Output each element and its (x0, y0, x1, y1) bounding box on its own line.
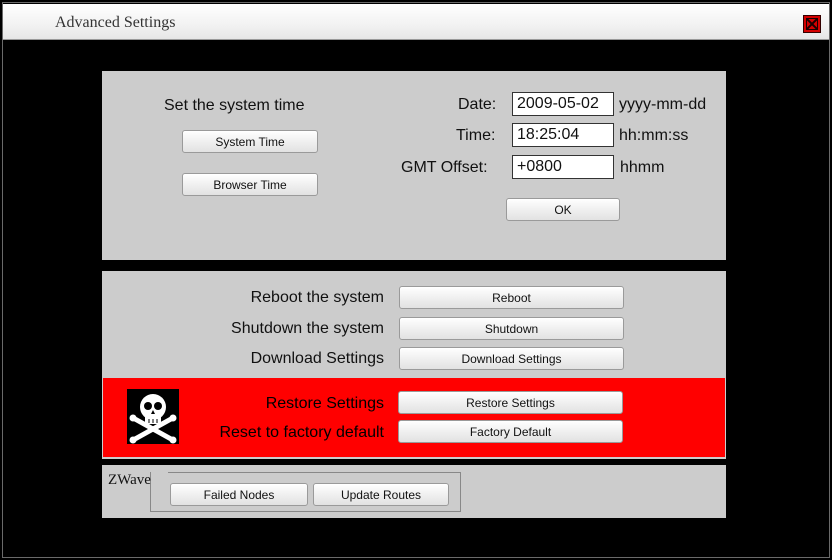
title-bar: Advanced Settings (3, 4, 829, 40)
time-input[interactable] (512, 123, 614, 147)
advanced-settings-window: Advanced Settings Set the system time Sy… (0, 0, 832, 560)
date-input[interactable] (512, 92, 614, 116)
download-settings-label: Download Settings (250, 350, 384, 367)
update-routes-button[interactable]: Update Routes (313, 483, 449, 506)
download-settings-button[interactable]: Download Settings (399, 347, 624, 370)
time-format-hint: hh:mm:ss (619, 127, 689, 144)
system-time-button[interactable]: System Time (182, 130, 318, 153)
close-icon[interactable] (803, 15, 821, 33)
browser-time-button[interactable]: Browser Time (182, 173, 318, 196)
factory-default-button[interactable]: Factory Default (398, 420, 623, 443)
failed-nodes-button[interactable]: Failed Nodes (170, 483, 308, 506)
factory-reset-label: Reset to factory default (219, 424, 384, 441)
date-label: Date: (458, 96, 497, 113)
restore-settings-label: Restore Settings (265, 395, 384, 412)
shutdown-label: Shutdown the system (231, 320, 384, 337)
reboot-label: Reboot the system (250, 289, 384, 306)
shutdown-button[interactable]: Shutdown (399, 317, 624, 340)
gmt-offset-label: GMT Offset: (401, 159, 488, 176)
reboot-button[interactable]: Reboot (399, 286, 624, 309)
gmt-offset-input[interactable] (512, 155, 614, 179)
set-system-time-heading: Set the system time (164, 97, 305, 114)
zwave-legend: ZWave (108, 472, 151, 488)
ok-button[interactable]: OK (506, 198, 620, 221)
date-format-hint: yyyy-mm-dd (619, 96, 707, 113)
restore-settings-button[interactable]: Restore Settings (398, 391, 623, 414)
time-label: Time: (456, 127, 496, 144)
danger-zone (103, 378, 725, 457)
skull-crossbones-icon (127, 389, 179, 444)
window-title: Advanced Settings (55, 14, 176, 31)
gmt-format-hint: hhmm (620, 159, 665, 176)
